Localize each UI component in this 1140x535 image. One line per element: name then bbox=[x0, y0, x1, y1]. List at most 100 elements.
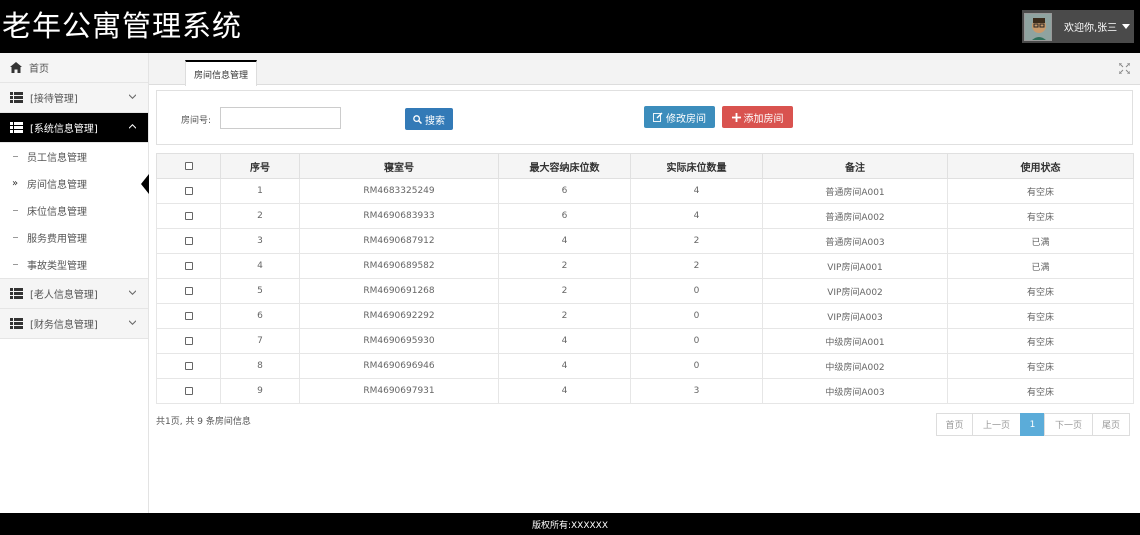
chevron-down-icon bbox=[129, 320, 136, 325]
sidebar-group-finance-info[interactable]: [财务信息管理] bbox=[0, 309, 148, 339]
sidebar-item-rooms[interactable]: » 房间信息管理 bbox=[0, 170, 149, 197]
sidebar-submenu: 员工信息管理 » 房间信息管理 床位信息管理 服务费用管理 事故类型管理 bbox=[0, 143, 149, 279]
search-panel: 房间号: 搜索 修改房间 添加房间 bbox=[156, 90, 1133, 145]
table-cell: VIP房间A002 bbox=[762, 278, 948, 304]
table-row[interactable]: 9 RM4690697931 4 3 中级房间A003 有空床 bbox=[156, 378, 1134, 404]
table-cell: 6 bbox=[498, 178, 631, 204]
room-number-label: 房间号: bbox=[181, 116, 212, 126]
edit-room-button[interactable]: 修改房间 bbox=[644, 106, 715, 128]
table-row[interactable]: 6 RM4690692292 2 0 VIP房间A003 有空床 bbox=[156, 303, 1134, 329]
row-select-cell[interactable] bbox=[156, 253, 221, 279]
table-row[interactable]: 1 RM4683325249 6 4 普通房间A001 有空床 bbox=[156, 178, 1134, 204]
table-cell: 9 bbox=[220, 378, 300, 404]
row-select-cell[interactable] bbox=[156, 303, 221, 329]
select-all-checkbox[interactable] bbox=[184, 161, 193, 170]
sidebar-group-elderly-info[interactable]: [老人信息管理] bbox=[0, 279, 148, 309]
table-cell: VIP房间A001 bbox=[762, 253, 948, 279]
table-cell: 已满 bbox=[947, 228, 1134, 254]
table-cell: 0 bbox=[630, 303, 763, 329]
table-row[interactable]: 2 RM4690683933 6 4 普通房间A002 有空床 bbox=[156, 203, 1134, 229]
list-icon bbox=[10, 92, 23, 103]
page-prev-button[interactable]: 上一页 bbox=[972, 413, 1021, 436]
sidebar-item-staff[interactable]: 员工信息管理 bbox=[0, 143, 148, 170]
table-row[interactable]: 8 RM4690696946 4 0 中级房间A002 有空床 bbox=[156, 353, 1134, 379]
table-cell: 已满 bbox=[947, 253, 1134, 279]
row-checkbox[interactable] bbox=[184, 361, 193, 370]
search-button[interactable]: 搜索 bbox=[405, 108, 453, 130]
tree-tick bbox=[13, 264, 18, 265]
row-select-cell[interactable] bbox=[156, 378, 221, 404]
page-first-button[interactable]: 首页 bbox=[936, 413, 973, 436]
row-checkbox[interactable] bbox=[184, 311, 193, 320]
row-select-cell[interactable] bbox=[156, 278, 221, 304]
row-checkbox[interactable] bbox=[184, 236, 193, 245]
page-next-button[interactable]: 下一页 bbox=[1044, 413, 1093, 436]
footer: 版权所有:XXXXXX bbox=[0, 513, 1140, 535]
sidebar-item-beds[interactable]: 床位信息管理 bbox=[0, 197, 148, 224]
sidebar-item-label: 床位信息管理 bbox=[27, 207, 87, 218]
add-room-button[interactable]: 添加房间 bbox=[722, 106, 793, 128]
table-row[interactable]: 5 RM4690691268 2 0 VIP房间A002 有空床 bbox=[156, 278, 1134, 304]
sidebar-item-home[interactable]: 首页 bbox=[0, 53, 148, 83]
row-select-cell[interactable] bbox=[156, 203, 221, 229]
table-cell: 0 bbox=[630, 328, 763, 354]
sidebar-item-label: 事故类型管理 bbox=[27, 261, 87, 272]
sidebar-group-reception[interactable]: [接待管理] bbox=[0, 83, 148, 113]
table-cell: RM4690689582 bbox=[299, 253, 499, 279]
row-select-cell[interactable] bbox=[156, 328, 221, 354]
row-checkbox[interactable] bbox=[184, 211, 193, 220]
table-cell: RM4690691268 bbox=[299, 278, 499, 304]
sidebar-item-accident-types[interactable]: 事故类型管理 bbox=[0, 251, 148, 278]
sidebar-group-system-info[interactable]: [系统信息管理] bbox=[0, 113, 148, 143]
room-table: 序号 寝室号 最大容纳床位数 实际床位数量 备注 使用状态 1 RM4683325… bbox=[156, 153, 1134, 404]
table-cell: 2 bbox=[630, 228, 763, 254]
sidebar-item-service-fees[interactable]: 服务费用管理 bbox=[0, 224, 148, 251]
row-checkbox[interactable] bbox=[184, 286, 193, 295]
table-cell: RM4690692292 bbox=[299, 303, 499, 329]
room-number-input[interactable] bbox=[220, 107, 341, 129]
sidebar-group-label: [接待管理] bbox=[30, 94, 78, 105]
table-cell: 中级房间A001 bbox=[762, 328, 948, 354]
tab-room-info[interactable]: 房间信息管理 bbox=[185, 60, 258, 86]
table-cell: 有空床 bbox=[947, 328, 1134, 354]
home-icon bbox=[10, 62, 22, 73]
row-select-cell[interactable] bbox=[156, 228, 221, 254]
sidebar-item-label: 房间信息管理 bbox=[27, 180, 87, 191]
tab-bar: 房间信息管理 bbox=[149, 53, 1140, 86]
tree-tick bbox=[13, 237, 18, 238]
column-header: 使用状态 bbox=[947, 153, 1134, 179]
table-row[interactable]: 3 RM4690687912 4 2 普通房间A003 已满 bbox=[156, 228, 1134, 254]
select-all-cell[interactable] bbox=[156, 153, 221, 179]
column-header: 寝室号 bbox=[299, 153, 499, 179]
table-cell: 4 bbox=[630, 178, 763, 204]
copyright-text: 版权所有:XXXXXX bbox=[531, 520, 609, 531]
user-menu[interactable]: 欢迎你,张三 bbox=[1022, 10, 1134, 43]
table-cell: 6 bbox=[498, 203, 631, 229]
sidebar-group-label: [老人信息管理] bbox=[30, 290, 98, 301]
table-cell: RM4683325249 bbox=[299, 178, 499, 204]
row-select-cell[interactable] bbox=[156, 178, 221, 204]
fullscreen-icon[interactable] bbox=[1119, 63, 1130, 74]
table-cell: RM4690683933 bbox=[299, 203, 499, 229]
row-checkbox[interactable] bbox=[184, 336, 193, 345]
chevron-right-icon: » bbox=[12, 178, 19, 189]
search-button-label: 搜索 bbox=[425, 115, 445, 127]
table-cell: RM4690695930 bbox=[299, 328, 499, 354]
row-checkbox[interactable] bbox=[184, 386, 193, 395]
row-checkbox[interactable] bbox=[184, 261, 193, 270]
page-last-button[interactable]: 尾页 bbox=[1092, 413, 1130, 436]
table-cell: 6 bbox=[220, 303, 300, 329]
row-select-cell[interactable] bbox=[156, 353, 221, 379]
page-current-button[interactable]: 1 bbox=[1020, 413, 1045, 436]
table-cell: 有空床 bbox=[947, 178, 1134, 204]
sidebar-item-label: 首页 bbox=[29, 64, 49, 75]
list-icon bbox=[10, 122, 23, 133]
table-cell: 4 bbox=[498, 228, 631, 254]
row-checkbox[interactable] bbox=[184, 186, 193, 195]
table-row[interactable]: 7 RM4690695930 4 0 中级房间A001 有空床 bbox=[156, 328, 1134, 354]
table-cell: 4 bbox=[498, 353, 631, 379]
table-row[interactable]: 4 RM4690689582 2 2 VIP房间A001 已满 bbox=[156, 253, 1134, 279]
tree-tick bbox=[13, 210, 18, 211]
chevron-down-icon[interactable] bbox=[1122, 24, 1131, 29]
table-cell: VIP房间A003 bbox=[762, 303, 948, 329]
